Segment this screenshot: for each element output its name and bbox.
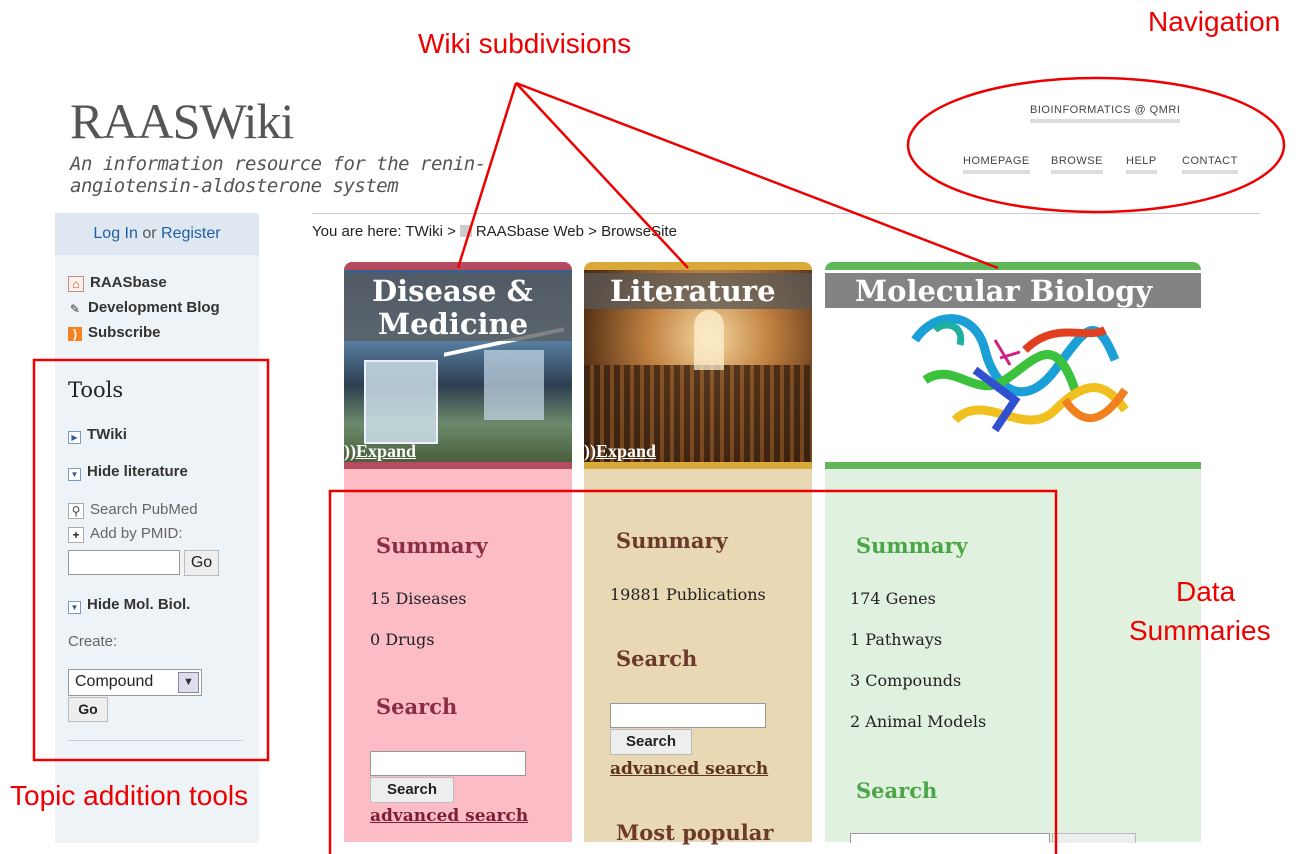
annotation-overlay	[32, 76, 1286, 854]
pointer-line-disease	[456, 82, 518, 269]
annotation-topic-addition-tools: Topic addition tools	[10, 780, 249, 811]
navigation-ellipse	[906, 76, 1286, 214]
annotation-wiki-subdivisions: Wiki subdivisions	[418, 28, 632, 59]
pointer-line-molbio	[515, 81, 999, 270]
annotation-summaries: Summaries	[1129, 615, 1271, 646]
annotation-navigation: Navigation	[1148, 6, 1281, 37]
tools-box	[32, 358, 270, 762]
summaries-box	[328, 489, 1058, 854]
annotation-data: Data	[1176, 576, 1236, 607]
pointer-line-literature	[515, 82, 689, 269]
